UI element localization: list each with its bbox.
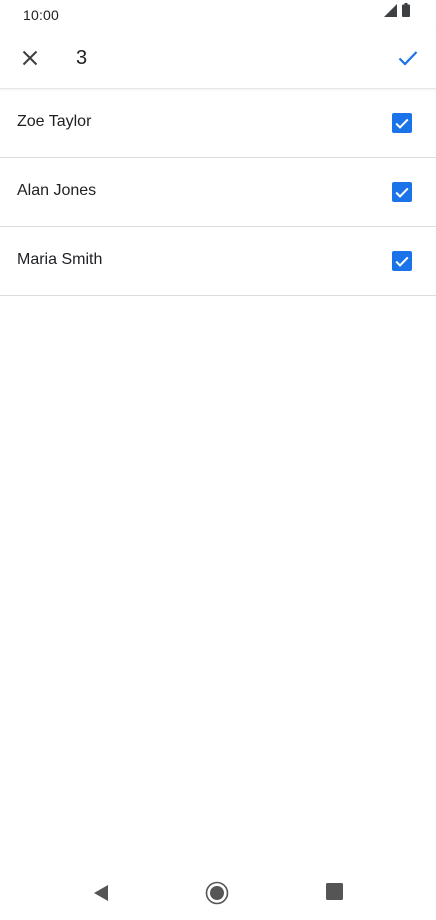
system-nav-bar <box>0 868 436 920</box>
contact-checkbox[interactable] <box>392 113 412 133</box>
contact-name: Zoe Taylor <box>17 113 92 130</box>
status-icons <box>384 3 410 22</box>
home-icon <box>205 881 229 910</box>
confirm-button[interactable] <box>384 36 432 84</box>
battery-icon <box>402 3 410 22</box>
contact-row[interactable]: Zoe Taylor <box>0 89 436 158</box>
contact-checkbox[interactable] <box>392 251 412 271</box>
checkmark-icon <box>395 118 409 129</box>
contact-list: Zoe Taylor Alan Jones Maria Smith <box>0 89 436 296</box>
status-bar: 10:00 <box>0 0 436 32</box>
close-icon <box>22 50 38 71</box>
checkmark-icon <box>395 187 409 198</box>
checkmark-icon <box>395 256 409 267</box>
contact-name: Maria Smith <box>17 251 103 268</box>
recents-icon <box>325 883 343 905</box>
close-button[interactable] <box>6 36 54 84</box>
check-icon <box>398 50 418 71</box>
selected-count: 3 <box>76 47 88 69</box>
contact-name: Alan Jones <box>17 182 97 199</box>
back-icon <box>92 884 110 907</box>
contact-row[interactable]: Maria Smith <box>0 227 436 296</box>
back-button[interactable] <box>90 884 112 906</box>
contact-row[interactable]: Alan Jones <box>0 158 436 227</box>
home-button[interactable] <box>205 881 229 910</box>
selection-app-bar: 3 <box>0 32 436 89</box>
cellular-signal-icon <box>384 4 397 22</box>
contact-checkbox[interactable] <box>392 182 412 202</box>
status-time: 10:00 <box>23 7 60 23</box>
recents-button[interactable] <box>324 883 344 905</box>
